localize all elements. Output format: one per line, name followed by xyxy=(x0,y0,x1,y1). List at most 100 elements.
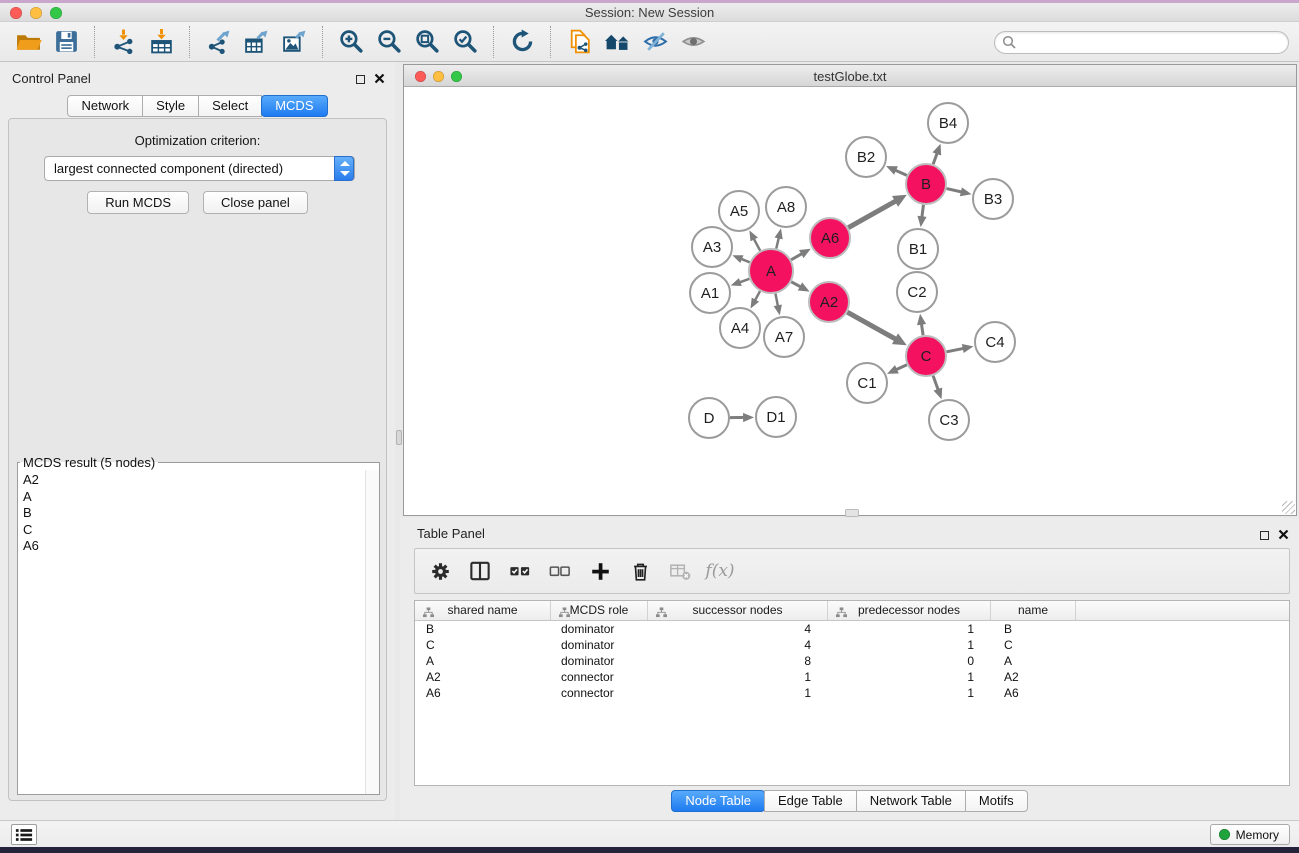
tab-mcds[interactable]: MCDS xyxy=(261,95,327,117)
import-table-button[interactable] xyxy=(144,25,178,59)
graph-edge-A-A1[interactable] xyxy=(731,278,750,286)
result-item[interactable]: B xyxy=(18,505,365,522)
tab-edge-table[interactable]: Edge Table xyxy=(764,790,857,812)
graph-node-C3[interactable]: C3 xyxy=(929,400,969,440)
table-settings-button[interactable] xyxy=(427,558,453,584)
graph-edge-A6-B[interactable] xyxy=(848,195,907,228)
deselect-all-rows-button[interactable] xyxy=(547,558,573,584)
save-session-button[interactable] xyxy=(49,25,83,59)
tab-style[interactable]: Style xyxy=(142,95,199,117)
graph-node-D1[interactable]: D1 xyxy=(756,397,796,437)
tab-select[interactable]: Select xyxy=(198,95,262,117)
table-row[interactable]: Bdominator41B xyxy=(415,621,1289,637)
graph-node-A5[interactable]: A5 xyxy=(719,191,759,231)
graph-node-C2[interactable]: C2 xyxy=(897,272,937,312)
graph-edge-A-A7[interactable] xyxy=(774,294,782,316)
divider-grab-handle[interactable] xyxy=(396,430,402,445)
zoom-out-button[interactable] xyxy=(372,25,406,59)
graph-node-B2[interactable]: B2 xyxy=(846,137,886,177)
graph-edge-A-A8[interactable] xyxy=(775,228,783,248)
zoom-fit-button[interactable] xyxy=(410,25,444,59)
column-header-shared-name[interactable]: shared name xyxy=(415,601,551,620)
show-all-button[interactable] xyxy=(676,25,710,59)
graph-node-A6[interactable]: A6 xyxy=(810,218,850,258)
graph-node-B[interactable]: B xyxy=(906,164,946,204)
graph-edge-A2-C[interactable] xyxy=(847,312,906,345)
open-session-button[interactable] xyxy=(11,25,45,59)
hide-selected-button[interactable] xyxy=(638,25,672,59)
graph-edge-A-A3[interactable] xyxy=(732,255,749,263)
graph-node-C4[interactable]: C4 xyxy=(975,322,1015,362)
graph-node-C1[interactable]: C1 xyxy=(847,363,887,403)
graph-node-C[interactable]: C xyxy=(906,336,946,376)
table-row[interactable]: A2connector11A2 xyxy=(415,669,1289,685)
graph-edge-B-B3[interactable] xyxy=(946,187,971,196)
memory-button[interactable]: Memory xyxy=(1210,824,1290,845)
graph-node-A[interactable]: A xyxy=(749,249,793,293)
tab-node-table[interactable]: Node Table xyxy=(671,790,765,812)
close-table-panel-icon[interactable] xyxy=(1278,528,1289,543)
select-all-rows-button[interactable] xyxy=(507,558,533,584)
window-resize-grip[interactable] xyxy=(1282,501,1295,514)
import-network-button[interactable] xyxy=(106,25,140,59)
graph-node-A1[interactable]: A1 xyxy=(690,273,730,313)
criterion-select[interactable]: largest connected component (directed) xyxy=(44,156,355,181)
column-header-predecessor-nodes[interactable]: predecessor nodes xyxy=(828,601,991,620)
new-network-from-selection-button[interactable] xyxy=(562,25,596,59)
close-panel-icon[interactable] xyxy=(374,72,385,87)
export-table-button[interactable] xyxy=(239,25,273,59)
close-panel-button[interactable]: Close panel xyxy=(203,191,308,214)
table-columns-button[interactable] xyxy=(467,558,493,584)
column-header-name[interactable]: name xyxy=(991,601,1076,620)
result-item[interactable]: A xyxy=(18,489,365,506)
graph-node-D[interactable]: D xyxy=(689,398,729,438)
search-input[interactable] xyxy=(994,31,1289,54)
delete-table-button[interactable] xyxy=(667,558,693,584)
graph-node-A3[interactable]: A3 xyxy=(692,227,732,267)
table-row[interactable]: Adominator80A xyxy=(415,653,1289,669)
result-item[interactable]: A2 xyxy=(18,472,365,489)
graph-edge-D-D1[interactable] xyxy=(730,413,754,422)
graph-edge-B-B2[interactable] xyxy=(886,166,907,175)
graph-node-B3[interactable]: B3 xyxy=(973,179,1013,219)
result-scrollbar[interactable] xyxy=(365,470,379,794)
float-panel-icon[interactable] xyxy=(356,75,365,84)
graph-node-B4[interactable]: B4 xyxy=(928,103,968,143)
graph-edge-B-B4[interactable] xyxy=(933,144,942,165)
first-neighbors-button[interactable] xyxy=(600,25,634,59)
delete-column-button[interactable] xyxy=(627,558,653,584)
run-mcds-button[interactable]: Run MCDS xyxy=(87,191,189,214)
graph-node-A7[interactable]: A7 xyxy=(764,317,804,357)
graph-edge-C-C4[interactable] xyxy=(947,344,974,353)
apply-layout-button[interactable] xyxy=(505,25,539,59)
horizontal-split-handle[interactable] xyxy=(845,509,859,517)
result-item[interactable]: A6 xyxy=(18,538,365,555)
graph-edge-A-A6[interactable] xyxy=(791,249,811,260)
tab-motifs[interactable]: Motifs xyxy=(965,790,1028,812)
function-builder-button[interactable]: f(x) xyxy=(707,558,733,584)
graph-edge-A-A4[interactable] xyxy=(751,291,761,308)
task-history-button[interactable] xyxy=(11,824,37,845)
zoom-in-button[interactable] xyxy=(334,25,368,59)
graph-node-A8[interactable]: A8 xyxy=(766,187,806,227)
result-item[interactable]: C xyxy=(18,522,365,539)
graph-edge-B-B1[interactable] xyxy=(917,205,926,227)
graph-edge-A-A2[interactable] xyxy=(791,282,809,292)
table-row[interactable]: A6connector11A6 xyxy=(415,685,1289,701)
network-canvas[interactable]: A A1 A2 A3 A4 A5 A6 A7 A8 B B1 B2 B3B4 C C1 C2 C3C4 D D1 xyxy=(404,87,1296,515)
graph-node-A4[interactable]: A4 xyxy=(720,308,760,348)
graph-node-A2[interactable]: A2 xyxy=(809,282,849,322)
zoom-selected-button[interactable] xyxy=(448,25,482,59)
column-header-mcds-role[interactable]: MCDS role xyxy=(551,601,648,620)
graph-edge-C-C2[interactable] xyxy=(917,314,926,335)
column-header-successor-nodes[interactable]: successor nodes xyxy=(648,601,828,620)
float-table-panel-icon[interactable] xyxy=(1260,531,1269,540)
graph-edge-C-C3[interactable] xyxy=(933,376,942,400)
graph-node-B1[interactable]: B1 xyxy=(898,229,938,269)
export-network-button[interactable] xyxy=(201,25,235,59)
tab-network-table[interactable]: Network Table xyxy=(856,790,966,812)
table-row[interactable]: Cdominator41C xyxy=(415,637,1289,653)
export-image-button[interactable] xyxy=(277,25,311,59)
tab-network[interactable]: Network xyxy=(67,95,143,117)
add-column-button[interactable] xyxy=(587,558,613,584)
